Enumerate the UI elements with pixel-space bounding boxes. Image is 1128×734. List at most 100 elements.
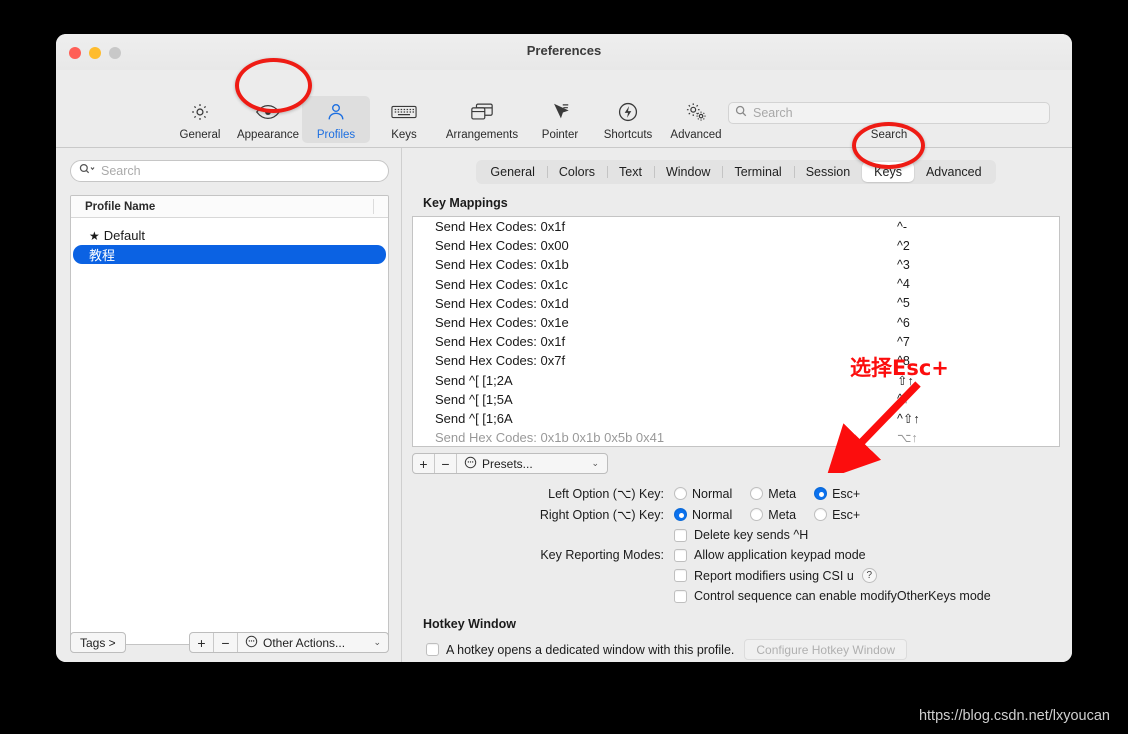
presets-toolbar: + − Presets... xyxy=(412,453,1060,474)
remove-mapping-button[interactable]: − xyxy=(435,454,457,473)
other-actions-menu[interactable]: Other Actions... ⌄ xyxy=(238,633,388,652)
left-option-normal[interactable]: Normal xyxy=(674,487,732,501)
toolbar-label: Advanced xyxy=(670,129,721,141)
delete-key-checkbox[interactable] xyxy=(674,529,687,542)
mapping-action: Send Hex Codes: 0x1f xyxy=(435,219,897,234)
tab-advanced[interactable]: Advanced xyxy=(914,162,994,182)
toolbar-label: General xyxy=(180,129,221,141)
table-row[interactable]: Send Hex Codes: 0x1b 0x1b 0x5b 0x41 ⌥↑ xyxy=(413,428,1059,447)
search-icon xyxy=(735,104,747,122)
mapping-shortcut: ^7 xyxy=(897,335,1037,349)
table-row[interactable]: ★ Default xyxy=(73,226,386,245)
checkbox-label: Delete key sends ^H xyxy=(694,528,808,542)
tab-text[interactable]: Text xyxy=(607,162,654,182)
hotkey-window-title: Hotkey Window xyxy=(423,617,1060,631)
radio-indicator[interactable] xyxy=(750,487,763,500)
toolbar-item-profiles[interactable]: Profiles xyxy=(302,96,370,143)
hotkey-window-row: A hotkey opens a dedicated window with t… xyxy=(426,639,1060,660)
modify-other-keys-row: Control sequence can enable modifyOtherK… xyxy=(412,589,1060,603)
chevron-down-icon: ⌄ xyxy=(591,458,599,469)
right-option-key-label: Right Option (⌥) Key: xyxy=(412,507,674,522)
toolbar-label: Arrangements xyxy=(446,129,518,141)
modify-other-keys-checkbox[interactable] xyxy=(674,590,687,603)
toolbar-item-pointer[interactable]: Pointer xyxy=(526,96,594,143)
right-option-normal[interactable]: Normal xyxy=(674,508,732,522)
remove-profile-button[interactable]: − xyxy=(214,633,238,652)
table-row[interactable]: Send Hex Codes: 0x1c ^4 xyxy=(413,275,1059,294)
add-profile-button[interactable]: + xyxy=(190,633,214,652)
radio-indicator-selected[interactable] xyxy=(814,487,827,500)
left-option-key-label: Left Option (⌥) Key: xyxy=(412,486,674,501)
tab-window[interactable]: Window xyxy=(654,162,722,182)
toolbar-search-caption: Search xyxy=(728,129,1050,141)
radio-indicator[interactable] xyxy=(814,508,827,521)
toolbar-item-keys[interactable]: Keys xyxy=(370,96,438,143)
keyboard-icon xyxy=(391,99,417,125)
tab-terminal[interactable]: Terminal xyxy=(722,162,793,182)
csi-u-checkbox[interactable] xyxy=(674,569,687,582)
hotkey-window-checkbox[interactable] xyxy=(426,643,439,656)
preferences-window: Preferences General xyxy=(56,34,1072,662)
toolbar-item-general[interactable]: General xyxy=(166,96,234,143)
tab-session[interactable]: Session xyxy=(794,162,862,182)
right-option-meta[interactable]: Meta xyxy=(750,508,796,522)
table-row[interactable]: Send Hex Codes: 0x1f ^7 xyxy=(413,332,1059,351)
table-row[interactable]: Send Hex Codes: 0x1b ^3 xyxy=(413,255,1059,274)
toolbar-label: Shortcuts xyxy=(604,129,653,141)
table-row[interactable]: Send ^[ [1;5A ^↑ xyxy=(413,390,1059,409)
table-row[interactable]: Send Hex Codes: 0x1d ^5 xyxy=(413,294,1059,313)
key-mappings-title: Key Mappings xyxy=(423,196,1060,210)
table-row[interactable]: Send Hex Codes: 0x1f ^- xyxy=(413,217,1059,236)
mapping-action: Send Hex Codes: 0x00 xyxy=(435,238,897,253)
presets-menu[interactable]: Presets... ⌄ xyxy=(457,454,607,473)
table-row[interactable]: Send ^[ [1;2A ⇧↑ xyxy=(413,371,1059,390)
mapping-action: Send Hex Codes: 0x1e xyxy=(435,315,897,330)
profile-table-body: ★ Default 教程 xyxy=(71,218,388,644)
radio-indicator-selected[interactable] xyxy=(674,508,687,521)
toolbar-item-arrangements[interactable]: Arrangements xyxy=(438,96,526,143)
bolt-icon xyxy=(617,99,639,125)
tab-keys[interactable]: Keys xyxy=(862,162,914,182)
sidebar-search-input[interactable] xyxy=(96,164,380,178)
mapping-action: Send Hex Codes: 0x1b xyxy=(435,257,897,272)
radio-indicator[interactable] xyxy=(674,487,687,500)
profile-settings-panel: General Colors Text Window Terminal Sess… xyxy=(402,148,1072,662)
key-mappings-list[interactable]: Send Hex Codes: 0x1f ^- Send Hex Codes: … xyxy=(412,216,1060,447)
toolbar-search-input[interactable] xyxy=(747,106,1049,120)
checkbox-label: Control sequence can enable modifyOtherK… xyxy=(694,589,991,603)
toolbar-item-appearance[interactable]: Appearance xyxy=(234,96,302,143)
person-icon xyxy=(325,99,347,125)
sidebar-bottom-bar: Tags > + − xyxy=(70,632,389,653)
option-key-settings: Left Option (⌥) Key: Normal Meta Esc+ xyxy=(412,486,1060,522)
ellipsis-circle-icon xyxy=(245,635,258,651)
table-row[interactable]: Send Hex Codes: 0x00 ^2 xyxy=(413,236,1059,255)
search-dropdown-icon[interactable] xyxy=(79,162,96,180)
left-option-esc[interactable]: Esc+ xyxy=(814,487,860,501)
table-row[interactable]: 教程 xyxy=(73,245,386,264)
tab-colors[interactable]: Colors xyxy=(547,162,607,182)
radio-label: Meta xyxy=(768,508,796,522)
table-row[interactable]: Send Hex Codes: 0x7f ^8 xyxy=(413,351,1059,370)
toolbar-item-advanced[interactable]: Advanced xyxy=(662,96,730,143)
radio-indicator[interactable] xyxy=(750,508,763,521)
mapping-shortcut: ^- xyxy=(897,220,1037,234)
help-icon[interactable]: ? xyxy=(862,568,877,583)
profile-table: Profile Name ★ Default 教程 xyxy=(70,195,389,645)
configure-hotkey-window-button[interactable]: Configure Hotkey Window xyxy=(744,639,907,660)
left-option-meta[interactable]: Meta xyxy=(750,487,796,501)
add-mapping-button[interactable]: + xyxy=(413,454,435,473)
mapping-shortcut: ⌥↑ xyxy=(897,430,1037,445)
hotkey-checkbox-label: A hotkey opens a dedicated window with t… xyxy=(446,643,734,657)
toolbar-search-field[interactable] xyxy=(728,102,1050,124)
tab-general[interactable]: General xyxy=(478,162,546,182)
right-option-esc[interactable]: Esc+ xyxy=(814,508,860,522)
toolbar-item-shortcuts[interactable]: Shortcuts xyxy=(594,96,662,143)
table-row[interactable]: Send Hex Codes: 0x1e ^6 xyxy=(413,313,1059,332)
table-row[interactable]: Send ^[ [1;6A ^⇧↑ xyxy=(413,409,1059,428)
tags-button[interactable]: Tags > xyxy=(70,632,126,653)
column-divider[interactable] xyxy=(373,199,374,214)
left-option-key-row: Left Option (⌥) Key: Normal Meta Esc+ xyxy=(412,486,1060,501)
sidebar-search-field[interactable] xyxy=(70,160,389,182)
preferences-toolbar: General Appearance xyxy=(56,70,1072,148)
keypad-mode-checkbox[interactable] xyxy=(674,549,687,562)
